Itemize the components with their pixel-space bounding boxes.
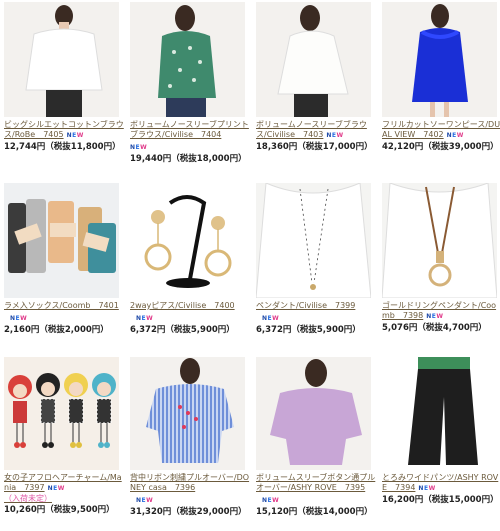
new-badge: NEW	[418, 485, 436, 492]
product-title[interactable]: 女の子アフロヘアーチャーム/Mania 7397 NEW （入荷未定）	[4, 473, 124, 503]
product-card[interactable]: 2wayピアス/Civilise 7400 NEW 6,372円（税抜5,900…	[126, 181, 252, 355]
product-title[interactable]: ペンダント/Civilise 7399	[256, 301, 376, 311]
product-title[interactable]: ビッグシルエットコットンブラウス/RoBe 7405 NEW	[4, 120, 124, 140]
product-card[interactable]: 女の子アフロヘアーチャーム/Mania 7397 NEW （入荷未定） 10,26…	[0, 355, 126, 531]
product-title[interactable]: 背中リボン刺繍プルオーバー/DONEY casa 7396	[130, 473, 250, 493]
product-card[interactable]: とろみワイドパンツ/ASHY ROVE 7394 NEW 16,200円（税抜15…	[378, 355, 500, 531]
product-price: NEW 31,320円（税抜29,000円）	[130, 495, 250, 518]
new-badge: NEW	[130, 144, 148, 151]
product-title[interactable]: ラメ入ソックス/Coomb 7401	[4, 301, 124, 311]
product-price: 12,744円（税抜11,800円）	[4, 142, 121, 152]
earrings-photo[interactable]	[130, 183, 245, 298]
pendant-photo[interactable]	[256, 183, 371, 298]
product-price: NEW 6,372円（税抜5,900円）	[130, 313, 250, 336]
product-title[interactable]: フリルカットソーワンピース/DUAL VIEW 7402 NEW	[382, 120, 500, 140]
product-card[interactable]: ビッグシルエットコットンブラウス/RoBe 7405 NEW 12,744円（税抜…	[0, 0, 126, 181]
lavender-pullover-photo[interactable]	[256, 357, 371, 470]
product-price: NEW 2,160円（税抜2,000円）	[4, 313, 124, 336]
ring-pendant-photo[interactable]	[382, 183, 497, 298]
dolls-charm-photo[interactable]	[4, 357, 119, 470]
product-title[interactable]: 2wayピアス/Civilise 7400	[130, 301, 250, 311]
new-badge: NEW	[446, 132, 464, 139]
product-price: 5,076円（税抜4,700円）	[382, 323, 487, 333]
white-sleeveless-blouse-photo[interactable]	[256, 2, 371, 117]
blue-dress-photo[interactable]	[382, 2, 497, 117]
product-card[interactable]: 背中リボン刺繍プルオーバー/DONEY casa 7396 NEW 31,320…	[126, 355, 252, 531]
product-price: 18,360円（税抜17,000円）	[256, 142, 373, 152]
product-card[interactable]: ボリュームノースリーブブラウス/Civilise 7403 NEW 18,360円…	[252, 0, 378, 181]
new-badge: NEW	[136, 497, 154, 504]
product-title[interactable]: ボリュームノースリーブプリントブラウス/Civilise 7404	[130, 120, 250, 140]
wide-pants-photo[interactable]	[382, 357, 497, 470]
product-price: NEW 19,440円（税抜18,000円）	[130, 142, 250, 165]
socks-photo[interactable]	[4, 183, 119, 298]
green-print-blouse-photo[interactable]	[130, 2, 245, 117]
new-badge: NEW	[136, 315, 154, 322]
product-card[interactable]: ペンダント/Civilise 7399 NEW 6,372円（税抜5,900円）	[252, 181, 378, 355]
new-badge: NEW	[10, 315, 28, 322]
new-badge: NEW	[47, 485, 65, 492]
product-card[interactable]: ボリュームスリーブボタン通プルオーバー/ASHY ROVE 7395 NEW 1…	[252, 355, 378, 531]
product-card[interactable]: ボリュームノースリーブプリントブラウス/Civilise 7404 NEW 19…	[126, 0, 252, 181]
new-badge: NEW	[66, 132, 84, 139]
striped-pullover-photo[interactable]	[130, 357, 245, 470]
product-price: 42,120円（税抜39,000円）	[382, 142, 499, 152]
new-badge: NEW	[326, 132, 344, 139]
product-grid: ビッグシルエットコットンブラウス/RoBe 7405 NEW 12,744円（税抜…	[0, 0, 500, 531]
white-blouse-photo[interactable]	[4, 2, 119, 117]
product-card[interactable]: フリルカットソーワンピース/DUAL VIEW 7402 NEW 42,120円（…	[378, 0, 500, 181]
product-title[interactable]: ボリュームスリーブボタン通プルオーバー/ASHY ROVE 7395	[256, 473, 376, 493]
new-badge: NEW	[262, 497, 280, 504]
product-price: NEW 15,120円（税抜14,000円）	[256, 495, 376, 518]
product-card[interactable]: ラメ入ソックス/Coomb 7401 NEW 2,160円（税抜2,000円）	[0, 181, 126, 355]
product-price: 10,260円（税抜9,500円）	[4, 505, 115, 515]
stock-note: （入荷未定）	[4, 494, 52, 503]
new-badge: NEW	[426, 313, 444, 320]
new-badge: NEW	[262, 315, 280, 322]
product-price: 16,200円（税抜15,000円）	[382, 495, 499, 505]
product-title[interactable]: ゴールドリングペンダント/Coomb 7398 NEW	[382, 301, 500, 321]
product-price: NEW 6,372円（税抜5,900円）	[256, 313, 376, 336]
product-title[interactable]: とろみワイドパンツ/ASHY ROVE 7394 NEW	[382, 473, 500, 493]
product-title[interactable]: ボリュームノースリーブブラウス/Civilise 7403 NEW	[256, 120, 376, 140]
product-card[interactable]: ゴールドリングペンダント/Coomb 7398 NEW 5,076円（税抜4,70…	[378, 181, 500, 355]
